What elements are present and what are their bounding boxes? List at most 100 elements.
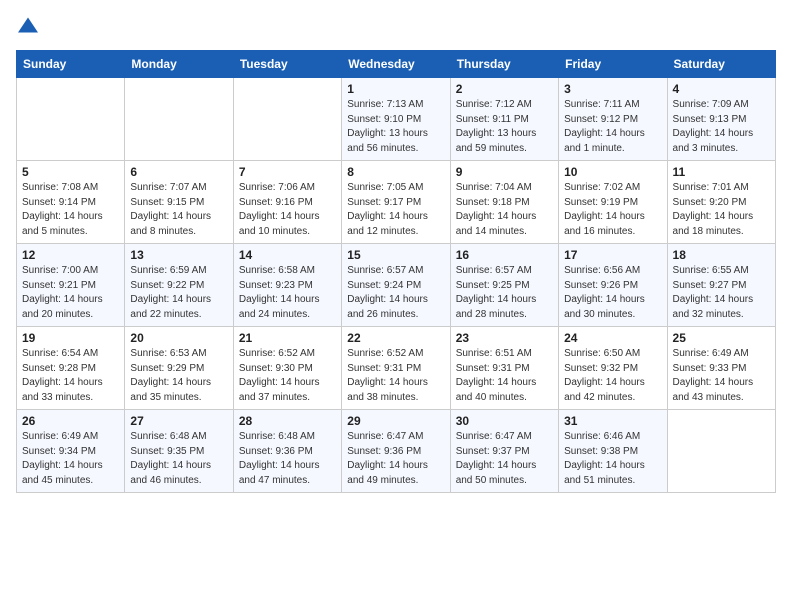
calendar-table: SundayMondayTuesdayWednesdayThursdayFrid… (16, 50, 776, 493)
day-number: 8 (347, 165, 444, 179)
calendar-cell: 11 Sunrise: 7:01 AMSunset: 9:20 PMDayligh… (667, 161, 775, 244)
calendar-cell: 27 Sunrise: 6:48 AMSunset: 9:35 PMDayligh… (125, 410, 233, 493)
calendar-cell: 20 Sunrise: 6:53 AMSunset: 9:29 PMDayligh… (125, 327, 233, 410)
day-info: Sunrise: 6:52 AMSunset: 9:31 PMDaylight:… (347, 347, 444, 405)
day-number: 27 (130, 414, 227, 428)
calendar-cell: 7 Sunrise: 7:06 AMSunset: 9:16 PMDaylight… (233, 161, 341, 244)
day-number: 14 (239, 248, 336, 262)
week-row-4: 19 Sunrise: 6:54 AMSunset: 9:28 PMDayligh… (17, 327, 776, 410)
weekday-header-friday: Friday (559, 51, 667, 78)
calendar-cell: 21 Sunrise: 6:52 AMSunset: 9:30 PMDayligh… (233, 327, 341, 410)
day-info: Sunrise: 6:53 AMSunset: 9:29 PMDaylight:… (130, 347, 227, 405)
calendar-cell: 9 Sunrise: 7:04 AMSunset: 9:18 PMDaylight… (450, 161, 558, 244)
calendar-cell: 12 Sunrise: 7:00 AMSunset: 9:21 PMDayligh… (17, 244, 125, 327)
day-info: Sunrise: 6:55 AMSunset: 9:27 PMDaylight:… (673, 264, 770, 322)
day-info: Sunrise: 7:01 AMSunset: 9:20 PMDaylight:… (673, 181, 770, 239)
day-info: Sunrise: 6:49 AMSunset: 9:34 PMDaylight:… (22, 430, 119, 488)
calendar-cell: 10 Sunrise: 7:02 AMSunset: 9:19 PMDayligh… (559, 161, 667, 244)
day-number: 10 (564, 165, 661, 179)
day-info: Sunrise: 6:48 AMSunset: 9:36 PMDaylight:… (239, 430, 336, 488)
calendar-cell (667, 410, 775, 493)
day-number: 3 (564, 82, 661, 96)
day-number: 17 (564, 248, 661, 262)
calendar-cell: 1Sunrise: 7:13 AMSunset: 9:10 PMDaylight… (342, 78, 450, 161)
day-number: 1 (347, 82, 444, 96)
calendar-cell: 30 Sunrise: 6:47 AMSunset: 9:37 PMDayligh… (450, 410, 558, 493)
calendar-cell: 14Sunrise: 6:58 AMSunset: 9:23 PMDayligh… (233, 244, 341, 327)
day-number: 26 (22, 414, 119, 428)
calendar-cell: 29Sunrise: 6:47 AMSunset: 9:36 PMDayligh… (342, 410, 450, 493)
day-info: Sunrise: 6:57 AMSunset: 9:25 PMDaylight:… (456, 264, 553, 322)
day-info: Sunrise: 6:57 AMSunset: 9:24 PMDaylight:… (347, 264, 444, 322)
day-number: 29 (347, 414, 444, 428)
day-number: 4 (673, 82, 770, 96)
day-number: 24 (564, 331, 661, 345)
day-number: 25 (673, 331, 770, 345)
calendar-cell: 23 Sunrise: 6:51 AMSunset: 9:31 PMDayligh… (450, 327, 558, 410)
calendar-cell: 16 Sunrise: 6:57 AMSunset: 9:25 PMDayligh… (450, 244, 558, 327)
day-info: Sunrise: 6:49 AMSunset: 9:33 PMDaylight:… (673, 347, 770, 405)
day-info: Sunrise: 7:06 AMSunset: 9:16 PMDaylight:… (239, 181, 336, 239)
calendar-cell: 18 Sunrise: 6:55 AMSunset: 9:27 PMDayligh… (667, 244, 775, 327)
logo-icon (18, 15, 38, 35)
day-info: Sunrise: 6:47 AMSunset: 9:37 PMDaylight:… (456, 430, 553, 488)
weekday-header-row: SundayMondayTuesdayWednesdayThursdayFrid… (17, 51, 776, 78)
calendar-cell: 5 Sunrise: 7:08 AMSunset: 9:14 PMDaylight… (17, 161, 125, 244)
day-info: Sunrise: 6:51 AMSunset: 9:31 PMDaylight:… (456, 347, 553, 405)
calendar-cell: 6Sunrise: 7:07 AMSunset: 9:15 PMDaylight… (125, 161, 233, 244)
calendar-cell: 26 Sunrise: 6:49 AMSunset: 9:34 PMDayligh… (17, 410, 125, 493)
week-row-3: 12 Sunrise: 7:00 AMSunset: 9:21 PMDayligh… (17, 244, 776, 327)
calendar-body: 1Sunrise: 7:13 AMSunset: 9:10 PMDaylight… (17, 78, 776, 493)
week-row-2: 5 Sunrise: 7:08 AMSunset: 9:14 PMDaylight… (17, 161, 776, 244)
calendar-cell (17, 78, 125, 161)
day-number: 30 (456, 414, 553, 428)
day-info: Sunrise: 6:48 AMSunset: 9:35 PMDaylight:… (130, 430, 227, 488)
calendar-cell: 24Sunrise: 6:50 AMSunset: 9:32 PMDayligh… (559, 327, 667, 410)
calendar-cell: 17Sunrise: 6:56 AMSunset: 9:26 PMDayligh… (559, 244, 667, 327)
weekday-header-sunday: Sunday (17, 51, 125, 78)
day-info: Sunrise: 7:08 AMSunset: 9:14 PMDaylight:… (22, 181, 119, 239)
day-number: 15 (347, 248, 444, 262)
calendar-cell: 2 Sunrise: 7:12 AMSunset: 9:11 PMDaylight… (450, 78, 558, 161)
day-info: Sunrise: 7:11 AMSunset: 9:12 PMDaylight:… (564, 98, 661, 156)
day-info: Sunrise: 6:59 AMSunset: 9:22 PMDaylight:… (130, 264, 227, 322)
weekday-header-saturday: Saturday (667, 51, 775, 78)
day-info: Sunrise: 6:52 AMSunset: 9:30 PMDaylight:… (239, 347, 336, 405)
day-number: 12 (22, 248, 119, 262)
day-number: 6 (130, 165, 227, 179)
logo (16, 16, 38, 38)
day-number: 28 (239, 414, 336, 428)
page-header (16, 16, 776, 38)
calendar-cell: 8 Sunrise: 7:05 AMSunset: 9:17 PMDaylight… (342, 161, 450, 244)
calendar-cell: 31Sunrise: 6:46 AMSunset: 9:38 PMDayligh… (559, 410, 667, 493)
day-number: 19 (22, 331, 119, 345)
day-number: 13 (130, 248, 227, 262)
calendar-cell: 15 Sunrise: 6:57 AMSunset: 9:24 PMDayligh… (342, 244, 450, 327)
day-info: Sunrise: 7:05 AMSunset: 9:17 PMDaylight:… (347, 181, 444, 239)
day-number: 5 (22, 165, 119, 179)
day-number: 21 (239, 331, 336, 345)
day-number: 2 (456, 82, 553, 96)
day-number: 18 (673, 248, 770, 262)
day-info: Sunrise: 7:04 AMSunset: 9:18 PMDaylight:… (456, 181, 553, 239)
calendar-cell: 3 Sunrise: 7:11 AMSunset: 9:12 PMDaylight… (559, 78, 667, 161)
weekday-header-thursday: Thursday (450, 51, 558, 78)
day-number: 16 (456, 248, 553, 262)
weekday-header-tuesday: Tuesday (233, 51, 341, 78)
day-number: 31 (564, 414, 661, 428)
day-info: Sunrise: 6:54 AMSunset: 9:28 PMDaylight:… (22, 347, 119, 405)
day-info: Sunrise: 7:12 AMSunset: 9:11 PMDaylight:… (456, 98, 553, 156)
day-info: Sunrise: 7:09 AMSunset: 9:13 PMDaylight:… (673, 98, 770, 156)
day-number: 7 (239, 165, 336, 179)
calendar-cell: 4 Sunrise: 7:09 AMSunset: 9:13 PMDaylight… (667, 78, 775, 161)
day-info: Sunrise: 7:02 AMSunset: 9:19 PMDaylight:… (564, 181, 661, 239)
weekday-header-monday: Monday (125, 51, 233, 78)
day-number: 9 (456, 165, 553, 179)
calendar-cell: 28 Sunrise: 6:48 AMSunset: 9:36 PMDayligh… (233, 410, 341, 493)
calendar-cell: 22Sunrise: 6:52 AMSunset: 9:31 PMDayligh… (342, 327, 450, 410)
day-info: Sunrise: 7:00 AMSunset: 9:21 PMDaylight:… (22, 264, 119, 322)
day-number: 11 (673, 165, 770, 179)
calendar-cell: 25 Sunrise: 6:49 AMSunset: 9:33 PMDayligh… (667, 327, 775, 410)
day-number: 20 (130, 331, 227, 345)
day-number: 23 (456, 331, 553, 345)
